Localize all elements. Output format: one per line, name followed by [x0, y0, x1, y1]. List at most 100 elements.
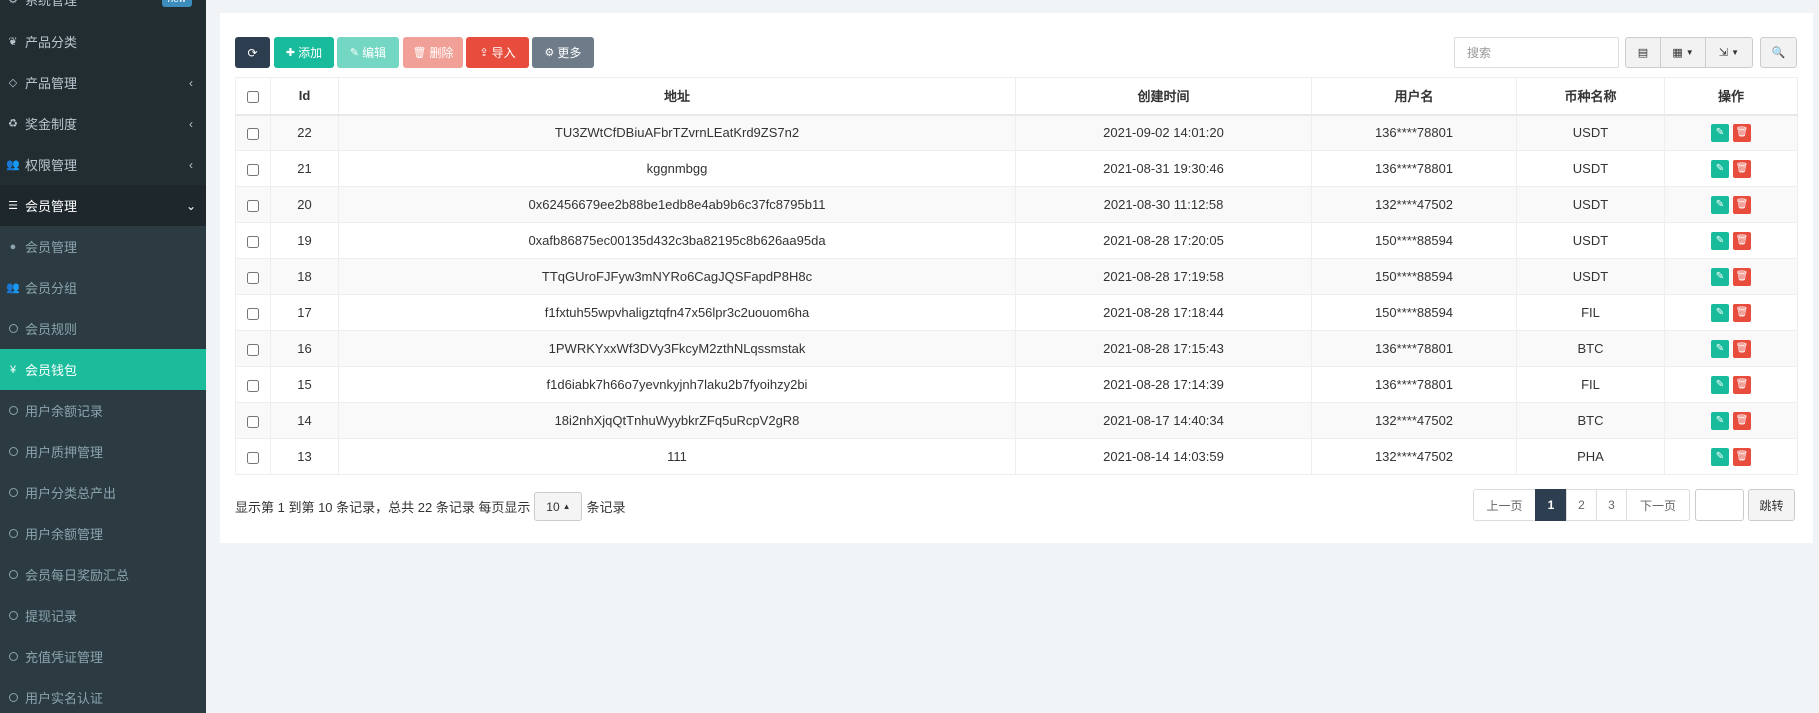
- table-row: 17 f1fxtuh55wpvhaligztqfn47x56lpr3c2uouo…: [235, 294, 1798, 331]
- sidebar-item-permission[interactable]: 👥 权限管理 ‹: [0, 144, 206, 185]
- cell-address: TTqGUroFJFyw3mNYRo6CagJQSFapdP8H8c: [338, 258, 1016, 295]
- data-table: Id 地址 创建时间 用户名 币种名称 操作 22 TU3ZWtCfDBiuAF…: [235, 77, 1798, 475]
- row-edit-button[interactable]: ✎: [1711, 447, 1729, 466]
- sidebar-item-realname-auth[interactable]: 用户实名认证: [0, 677, 206, 713]
- page-size-dropdown[interactable]: 10 ▲: [534, 492, 583, 521]
- add-button[interactable]: ✚ 添加: [274, 37, 334, 68]
- row-checkbox[interactable]: [247, 415, 259, 428]
- sidebar-item-product-category[interactable]: ❦ 产品分类: [0, 21, 206, 62]
- row-edit-button[interactable]: ✎: [1711, 339, 1729, 358]
- col-header-id[interactable]: Id: [270, 77, 339, 116]
- sidebar-item-member-rules[interactable]: 会员规则: [0, 308, 206, 349]
- col-header-coin[interactable]: 币种名称: [1516, 77, 1665, 116]
- columns-dropdown-button[interactable]: ▦ ▼: [1660, 37, 1706, 68]
- row-edit-button[interactable]: ✎: [1711, 267, 1729, 286]
- row-delete-button[interactable]: 🗑: [1733, 411, 1751, 430]
- sidebar-item-member-wallet[interactable]: ¥ 会员钱包: [0, 349, 206, 390]
- cell-created: 2021-08-28 17:19:58: [1015, 258, 1312, 295]
- row-delete-button[interactable]: 🗑: [1733, 159, 1751, 178]
- cell-username: 150****88594: [1311, 222, 1517, 259]
- sidebar-item-product-manage[interactable]: ◇ 产品管理 ‹: [0, 62, 206, 103]
- sidebar-item-balance-records[interactable]: 用户余额记录: [0, 390, 206, 431]
- search-button[interactable]: 🔍: [1760, 37, 1797, 68]
- row-delete-button[interactable]: 🗑: [1733, 339, 1751, 358]
- table-row: 21 kggnmbgg 2021-08-31 19:30:46 136****7…: [235, 150, 1798, 187]
- page-2-button[interactable]: 2: [1566, 489, 1597, 521]
- user-icon: ●: [9, 240, 17, 253]
- next-page-button[interactable]: 下一页: [1626, 489, 1690, 521]
- row-delete-button[interactable]: 🗑: [1733, 231, 1751, 250]
- cell-address: f1fxtuh55wpvhaligztqfn47x56lpr3c2uouom6h…: [338, 294, 1016, 331]
- refresh-button[interactable]: ⟳: [235, 37, 270, 68]
- sidebar-item-member-group-header[interactable]: ☰ 会员管理 ⌄: [0, 185, 206, 226]
- sidebar-item-balance-manage[interactable]: 用户余额管理: [0, 513, 206, 554]
- row-checkbox[interactable]: [247, 379, 259, 392]
- row-delete-button[interactable]: 🗑: [1733, 375, 1751, 394]
- cell-address: f1d6iabk7h66o7yevnkyjnh7laku2b7fyoihzy2b…: [338, 366, 1016, 403]
- col-header-created[interactable]: 创建时间: [1015, 77, 1312, 116]
- cell-address: TU3ZWtCfDBiuAFbrTZvrnLEatKrd9ZS7n2: [338, 114, 1016, 151]
- sidebar-item-recharge-voucher[interactable]: 充值凭证管理: [0, 636, 206, 677]
- row-checkbox[interactable]: [247, 451, 259, 464]
- row-delete-button[interactable]: 🗑: [1733, 123, 1751, 142]
- page-1-button[interactable]: 1: [1535, 489, 1567, 521]
- yen-icon: ¥: [9, 363, 17, 376]
- toggle-view-button[interactable]: ▤: [1625, 37, 1661, 68]
- cog-icon: ⚙: [544, 47, 555, 59]
- export-dropdown-button[interactable]: ⇲ ▼: [1705, 37, 1753, 68]
- page-3-button[interactable]: 3: [1596, 489, 1627, 521]
- col-header-address[interactable]: 地址: [338, 77, 1016, 116]
- delete-button[interactable]: 🗑 删除: [403, 37, 463, 68]
- row-checkbox[interactable]: [247, 271, 259, 284]
- group-icon: 👥: [6, 159, 20, 171]
- row-delete-button[interactable]: 🗑: [1733, 195, 1751, 214]
- recycle-icon: ♻: [8, 118, 18, 130]
- row-delete-button[interactable]: 🗑: [1733, 447, 1751, 466]
- select-all-checkbox[interactable]: [247, 90, 259, 103]
- row-checkbox[interactable]: [247, 199, 259, 212]
- row-edit-button[interactable]: ✎: [1711, 375, 1729, 394]
- caret-up-icon: ▲: [562, 502, 571, 511]
- cell-coin: BTC: [1516, 330, 1665, 367]
- search-input[interactable]: [1454, 37, 1619, 68]
- more-button[interactable]: ⚙ 更多: [532, 37, 594, 68]
- sidebar-item-member-manage[interactable]: ● 会员管理: [0, 226, 206, 267]
- sidebar-item-category-output[interactable]: 用户分类总产出: [0, 472, 206, 513]
- row-checkbox[interactable]: [247, 343, 259, 356]
- row-checkbox[interactable]: [247, 307, 259, 320]
- cell-created: 2021-08-28 17:15:43: [1015, 330, 1312, 367]
- export-icon: ⇲: [1718, 47, 1729, 59]
- row-checkbox[interactable]: [247, 235, 259, 248]
- cell-username: 132****47502: [1311, 186, 1517, 223]
- sidebar-item-member-group[interactable]: 👥 会员分组: [0, 267, 206, 308]
- row-checkbox[interactable]: [247, 163, 259, 176]
- row-edit-button[interactable]: ✎: [1711, 231, 1729, 250]
- jump-button[interactable]: 跳转: [1748, 489, 1795, 521]
- sidebar-item-system[interactable]: ⚙ 系统管理 new: [0, 0, 206, 20]
- cell-id: 17: [270, 294, 339, 331]
- new-badge: new: [161, 0, 192, 7]
- cell-coin: BTC: [1516, 402, 1665, 439]
- cell-created: 2021-08-28 17:20:05: [1015, 222, 1312, 259]
- row-edit-button[interactable]: ✎: [1711, 195, 1729, 214]
- table-row: 14 18i2nhXjqQtTnhuWyybkrZFq5uRcpV2gR8 20…: [235, 402, 1798, 439]
- row-edit-button[interactable]: ✎: [1711, 303, 1729, 322]
- row-delete-button[interactable]: 🗑: [1733, 267, 1751, 286]
- row-delete-button[interactable]: 🗑: [1733, 303, 1751, 322]
- col-header-username[interactable]: 用户名: [1311, 77, 1517, 116]
- prev-page-button[interactable]: 上一页: [1473, 489, 1536, 521]
- refresh-icon: ⟳: [247, 45, 258, 60]
- row-edit-button[interactable]: ✎: [1711, 159, 1729, 178]
- jump-page-input[interactable]: [1695, 489, 1744, 521]
- sidebar-item-withdraw-records[interactable]: 提现记录: [0, 595, 206, 636]
- sidebar-item-bonus[interactable]: ♻ 奖金制度 ‹: [0, 103, 206, 144]
- edit-button[interactable]: ✎ 编辑: [337, 37, 399, 68]
- sidebar-item-daily-reward[interactable]: 会员每日奖励汇总: [0, 554, 206, 595]
- import-button[interactable]: ⇪ 导入: [466, 37, 529, 68]
- row-edit-button[interactable]: ✎: [1711, 411, 1729, 430]
- table-row: 19 0xafb86875ec00135d432c3ba82195c8b626a…: [235, 222, 1798, 259]
- row-edit-button[interactable]: ✎: [1711, 123, 1729, 142]
- sidebar-item-pledge-manage[interactable]: 用户质押管理: [0, 431, 206, 472]
- cell-coin: PHA: [1516, 438, 1665, 475]
- row-checkbox[interactable]: [247, 127, 259, 140]
